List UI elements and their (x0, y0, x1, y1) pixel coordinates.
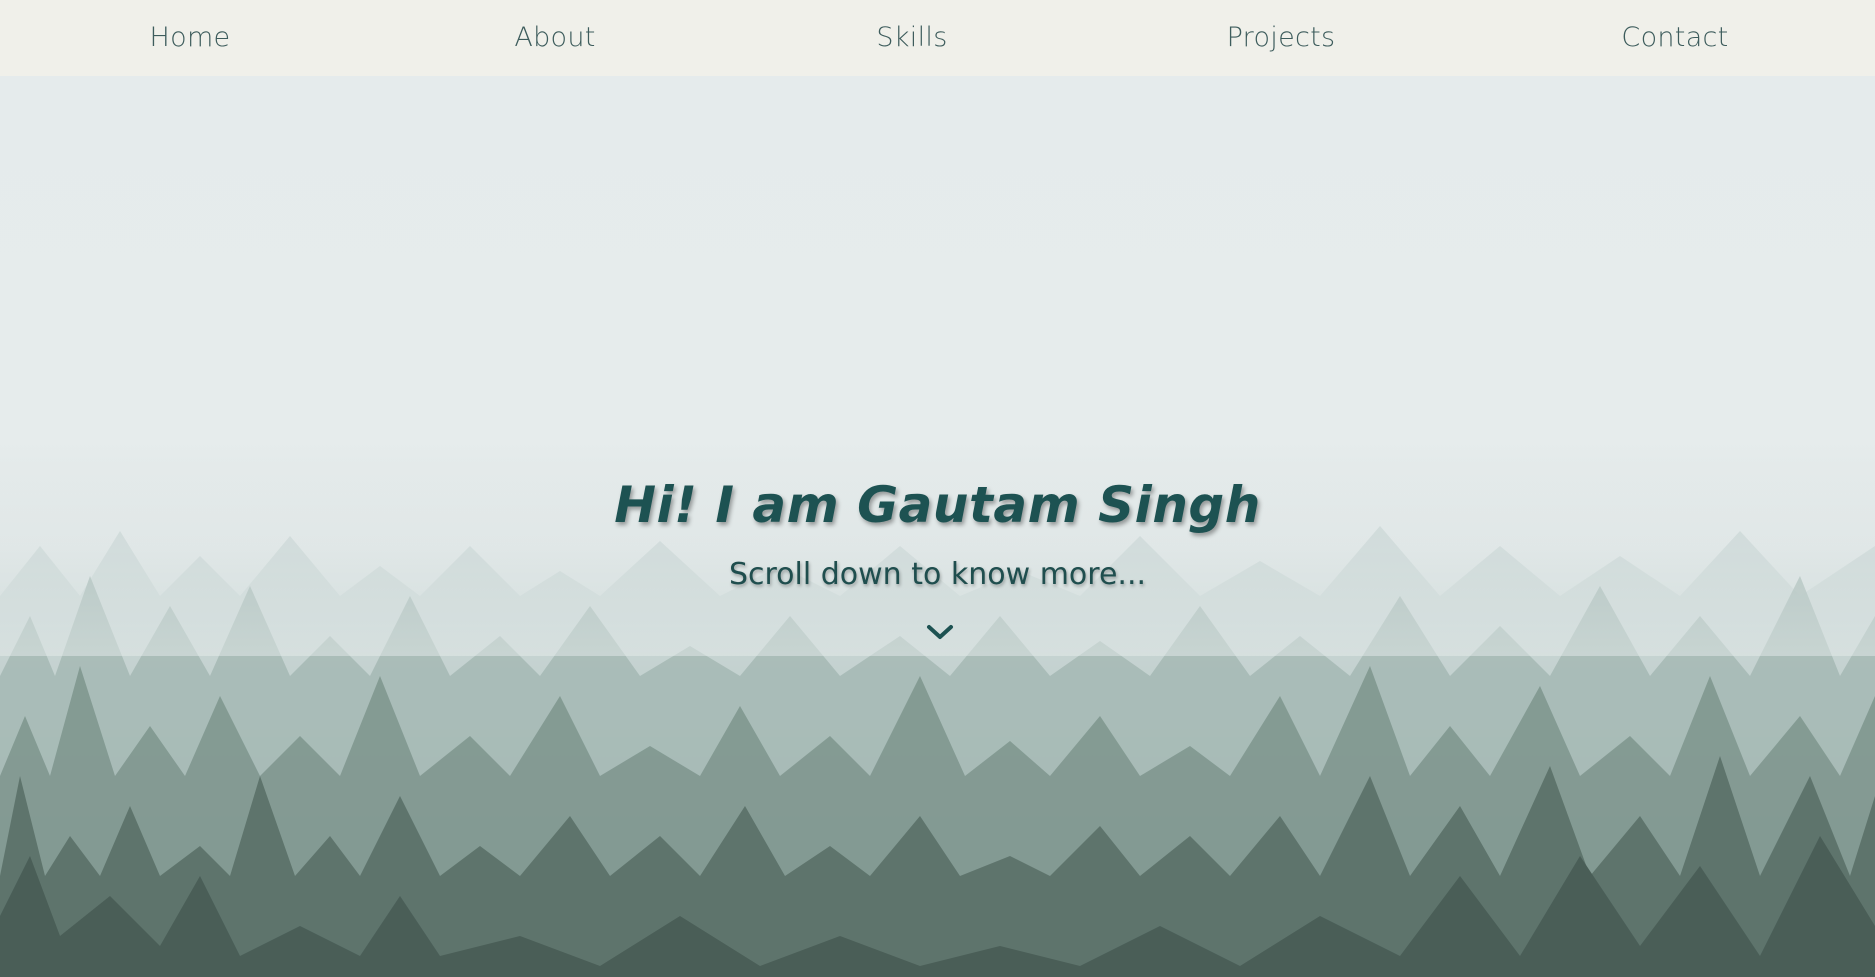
page: Home About Skills Projects Contact Hi! I… (0, 0, 1875, 977)
nav-link-about[interactable]: About (514, 0, 595, 76)
hero-title: Hi! I am Gautam Singh (614, 476, 1261, 534)
nav-link-projects[interactable]: Projects (1227, 0, 1336, 76)
hero-subtitle: Scroll down to know more... (728, 557, 1147, 592)
hero-section: Hi! I am Gautam Singh Scroll down to kno… (0, 76, 1875, 977)
navbar: Home About Skills Projects Contact (0, 0, 1875, 76)
nav-link-home[interactable]: Home (150, 0, 231, 76)
nav-link-contact[interactable]: Contact (1621, 0, 1728, 76)
chevron-down-icon[interactable] (925, 620, 955, 644)
nav-link-skills[interactable]: Skills (876, 0, 947, 76)
